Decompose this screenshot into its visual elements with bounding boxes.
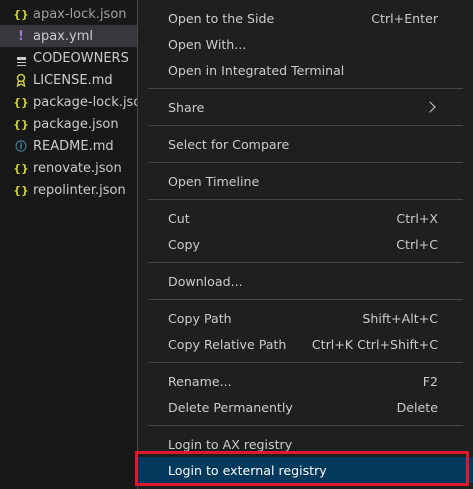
yaml-exclamation-icon: ! (18, 28, 24, 44)
file-label: CODEOWNERS (33, 50, 129, 66)
menu-item-shortcut: Ctrl+Enter (371, 10, 438, 26)
menu-separator (148, 299, 463, 300)
file-item-repolinter-json[interactable]: {} repolinter.json (0, 179, 160, 201)
menu-item-share[interactable]: Share (138, 94, 473, 120)
menu-item-label: Open in Integrated Terminal (168, 62, 345, 78)
menu-separator (148, 262, 463, 263)
menu-item-label: Share (168, 99, 205, 115)
menu-item-select-for-compare[interactable]: Select for Compare (138, 131, 473, 157)
menu-separator (148, 125, 463, 126)
license-ribbon-icon (14, 73, 28, 87)
menu-item-shortcut: F2 (422, 373, 438, 389)
json-braces-icon: {} (13, 95, 29, 109)
menu-item-label: Copy Relative Path (168, 336, 287, 352)
menu-item-copy[interactable]: Copy Ctrl+C (138, 231, 473, 257)
json-braces-icon: {} (13, 183, 29, 197)
menu-item-cut[interactable]: Cut Ctrl+X (138, 205, 473, 231)
file-item-apax-lock-json[interactable]: {} apax-lock.json (0, 3, 160, 25)
menu-item-label: Cut (168, 210, 190, 226)
file-item-codeowners[interactable]: CODEOWNERS (0, 47, 160, 69)
menu-item-label: Login to external registry (168, 462, 327, 478)
menu-separator (148, 162, 463, 163)
menu-item-label: Open Timeline (168, 173, 260, 189)
file-label: README.md (33, 138, 114, 154)
menu-item-label: Rename... (168, 373, 232, 389)
text-lines-icon (14, 51, 28, 67)
menu-item-shortcut: Ctrl+X (396, 210, 438, 226)
menu-item-login-external-registry[interactable]: Login to external registry (138, 457, 473, 483)
menu-item-shortcut: Delete (396, 399, 438, 415)
menu-item-label: Open With... (168, 36, 247, 52)
file-item-renovate-json[interactable]: {} renovate.json (0, 157, 160, 179)
menu-item-login-ax-registry[interactable]: Login to AX registry (138, 431, 473, 457)
json-braces-icon: {} (13, 161, 29, 175)
menu-item-label: Copy (168, 236, 200, 252)
menu-item-copy-path[interactable]: Copy Path Shift+Alt+C (138, 305, 473, 331)
menu-separator (148, 88, 463, 89)
json-braces-icon: {} (13, 7, 29, 21)
file-label: apax-lock.json (33, 6, 127, 22)
menu-item-delete-permanently[interactable]: Delete Permanently Delete (138, 394, 473, 420)
menu-item-shortcut: Ctrl+C (396, 236, 438, 252)
menu-separator (148, 362, 463, 363)
file-item-apax-yml[interactable]: ! apax.yml (0, 25, 160, 47)
menu-item-shortcut: Ctrl+K Ctrl+Shift+C (311, 336, 438, 352)
file-label: renovate.json (33, 160, 122, 176)
menu-item-label: Delete Permanently (168, 399, 293, 415)
menu-item-open-to-side[interactable]: Open to the Side Ctrl+Enter (138, 5, 473, 31)
menu-item-open-with[interactable]: Open With... (138, 31, 473, 57)
menu-separator (148, 425, 463, 426)
file-label: repolinter.json (33, 182, 126, 198)
menu-item-label: Select for Compare (168, 136, 290, 152)
menu-item-open-in-integrated-terminal[interactable]: Open in Integrated Terminal (138, 57, 473, 83)
file-label: LICENSE.md (33, 72, 113, 88)
file-label: package-lock.json (33, 94, 150, 110)
file-item-package-json[interactable]: {} package.json (0, 113, 160, 135)
file-item-package-lock-json[interactable]: {} package-lock.json (0, 91, 160, 113)
explorer-file-list: {} apax-lock.json ! apax.yml CODEOWNERS … (0, 0, 160, 489)
context-menu: Open to the Side Ctrl+Enter Open With...… (137, 0, 473, 489)
menu-item-copy-relative-path[interactable]: Copy Relative Path Ctrl+K Ctrl+Shift+C (138, 331, 473, 357)
menu-item-download[interactable]: Download... (138, 268, 473, 294)
file-item-license-md[interactable]: LICENSE.md (0, 69, 160, 91)
menu-item-label: Download... (168, 273, 243, 289)
menu-item-label: Copy Path (168, 310, 232, 326)
file-item-readme-md[interactable]: ⓘ README.md (0, 135, 160, 157)
info-icon: ⓘ (15, 140, 27, 153)
menu-separator (148, 199, 463, 200)
menu-item-label: Login to AX registry (168, 436, 293, 452)
file-label: package.json (33, 116, 119, 132)
json-braces-icon: {} (13, 117, 29, 131)
file-label: apax.yml (33, 28, 93, 44)
chevron-right-icon (424, 101, 436, 113)
menu-item-rename[interactable]: Rename... F2 (138, 368, 473, 394)
menu-item-open-timeline[interactable]: Open Timeline (138, 168, 473, 194)
menu-item-shortcut: Shift+Alt+C (362, 310, 438, 326)
menu-item-label: Open to the Side (168, 10, 275, 26)
